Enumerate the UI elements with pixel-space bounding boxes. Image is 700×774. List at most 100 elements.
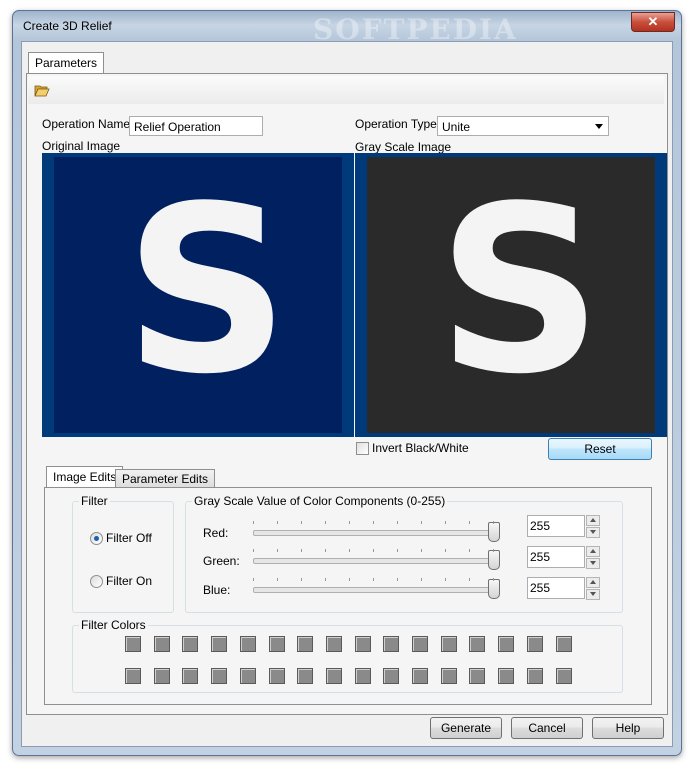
operation-name-field[interactable]: Relief Operation (129, 116, 263, 136)
invert-checkbox[interactable] (356, 442, 369, 455)
spin-down-icon[interactable] (586, 527, 600, 538)
title-bar[interactable]: Create 3D Relief SOFTPEDIA ✕ (13, 11, 681, 46)
slider-tick (277, 521, 278, 524)
dialog-client: Parameters Operation Name: Relief Operat… (21, 41, 673, 747)
slider-tick (349, 549, 350, 552)
filter-color-swatch[interactable] (182, 668, 199, 684)
filter-on-radio[interactable] (90, 575, 103, 588)
green-slider-thumb[interactable] (488, 550, 500, 570)
filter-color-swatch[interactable] (125, 636, 141, 652)
filter-off-radio[interactable] (90, 532, 103, 545)
filter-color-swatch[interactable] (153, 668, 170, 684)
window-title: Create 3D Relief (23, 19, 112, 33)
filter-color-swatch[interactable] (440, 636, 457, 652)
spin-up-icon[interactable] (586, 546, 600, 557)
filter-color-swatch[interactable] (354, 668, 371, 684)
slider-tick (397, 521, 398, 524)
filter-color-swatch[interactable] (498, 636, 515, 652)
filter-color-swatch[interactable] (239, 668, 256, 684)
filter-color-swatch[interactable] (526, 668, 543, 684)
green-value-field[interactable]: 255 (527, 546, 585, 568)
operation-type-value: Unite (442, 120, 471, 134)
tab-parameters[interactable]: Parameters (28, 52, 105, 73)
grayscale-image: S (355, 153, 667, 437)
tab-parameter-edits[interactable]: Parameter Edits (115, 469, 216, 488)
filter-on-label: Filter On (106, 574, 153, 588)
filter-color-swatch[interactable] (182, 636, 199, 652)
slider-tick (421, 521, 422, 524)
slider-tick (373, 549, 374, 552)
original-image-letter: S (124, 158, 290, 425)
tab-image-edits[interactable]: Image Edits (46, 466, 124, 489)
slider-tick (469, 578, 470, 581)
close-button[interactable]: ✕ (631, 12, 675, 32)
filter-color-swatch[interactable] (383, 636, 400, 652)
filter-color-swatch[interactable] (211, 636, 228, 652)
help-button[interactable]: Help (592, 717, 664, 739)
red-value: 255 (530, 519, 551, 533)
filter-color-swatch[interactable] (297, 636, 314, 652)
slider-tick (493, 578, 494, 581)
spin-up-icon[interactable] (586, 515, 600, 526)
slider-tick (301, 578, 302, 581)
blue-slider-track[interactable] (253, 587, 495, 593)
filter-color-swatch[interactable] (555, 636, 572, 652)
red-slider-track[interactable] (253, 530, 495, 536)
grayscale-image-label: Gray Scale Image (355, 140, 452, 154)
blue-value-field[interactable]: 255 (527, 577, 585, 599)
filter-color-swatch[interactable] (469, 668, 486, 684)
slider-tick (253, 521, 254, 524)
filter-color-swatch[interactable] (412, 668, 428, 684)
toolbar (28, 76, 664, 104)
folder-open-icon[interactable] (34, 83, 50, 97)
filter-color-swatch[interactable] (325, 668, 342, 684)
filter-color-swatch[interactable] (268, 636, 285, 652)
slider-tick (349, 578, 350, 581)
gray-scale-group: Gray Scale Value of Color Components (0-… (185, 494, 623, 613)
filter-color-swatch[interactable] (440, 668, 457, 684)
gray-scale-group-title: Gray Scale Value of Color Components (0-… (192, 494, 448, 508)
slider-tick (493, 549, 494, 552)
slider-tick (493, 521, 494, 524)
slider-tick (325, 578, 326, 581)
original-image-label: Original Image (42, 139, 121, 153)
cancel-button[interactable]: Cancel (511, 717, 583, 739)
original-image: S (42, 153, 354, 437)
spin-down-icon[interactable] (586, 558, 600, 569)
blue-slider-thumb[interactable] (488, 579, 500, 599)
filter-color-swatch[interactable] (526, 636, 543, 652)
red-spinner[interactable] (586, 515, 600, 538)
slider-tick (421, 578, 422, 581)
blue-spinner[interactable] (586, 577, 600, 600)
slider-tick (253, 578, 254, 581)
filter-color-swatch[interactable] (354, 636, 371, 652)
filter-color-swatch[interactable] (211, 668, 228, 684)
operation-type-select[interactable]: Unite (437, 116, 609, 136)
spin-up-icon[interactable] (586, 577, 600, 588)
filter-color-swatch[interactable] (469, 636, 486, 652)
filter-color-swatch[interactable] (268, 668, 285, 684)
filter-color-swatch[interactable] (555, 668, 572, 684)
generate-button[interactable]: Generate (430, 717, 502, 739)
green-value: 255 (530, 550, 551, 564)
green-slider-track[interactable] (253, 558, 495, 564)
dialog-window: Create 3D Relief SOFTPEDIA ✕ Parameters … (12, 10, 682, 756)
green-spinner[interactable] (586, 546, 600, 569)
filter-colors-group: Filter Colors (72, 618, 623, 693)
slider-tick (277, 549, 278, 552)
filter-color-swatch[interactable] (125, 668, 141, 684)
filter-color-swatch[interactable] (297, 668, 314, 684)
grayscale-image-canvas: S (367, 157, 655, 433)
spin-down-icon[interactable] (586, 589, 600, 600)
reset-button[interactable]: Reset (548, 438, 652, 460)
filter-color-swatch[interactable] (498, 668, 515, 684)
filter-color-swatch[interactable] (383, 668, 400, 684)
filter-color-swatch[interactable] (325, 636, 342, 652)
filter-color-swatch[interactable] (412, 636, 428, 652)
blue-value: 255 (530, 581, 551, 595)
filter-color-swatch[interactable] (153, 636, 170, 652)
filter-color-swatch[interactable] (239, 636, 256, 652)
red-value-field[interactable]: 255 (527, 515, 585, 537)
operation-type-label: Operation Type: (355, 117, 441, 131)
red-slider-thumb[interactable] (488, 522, 500, 542)
